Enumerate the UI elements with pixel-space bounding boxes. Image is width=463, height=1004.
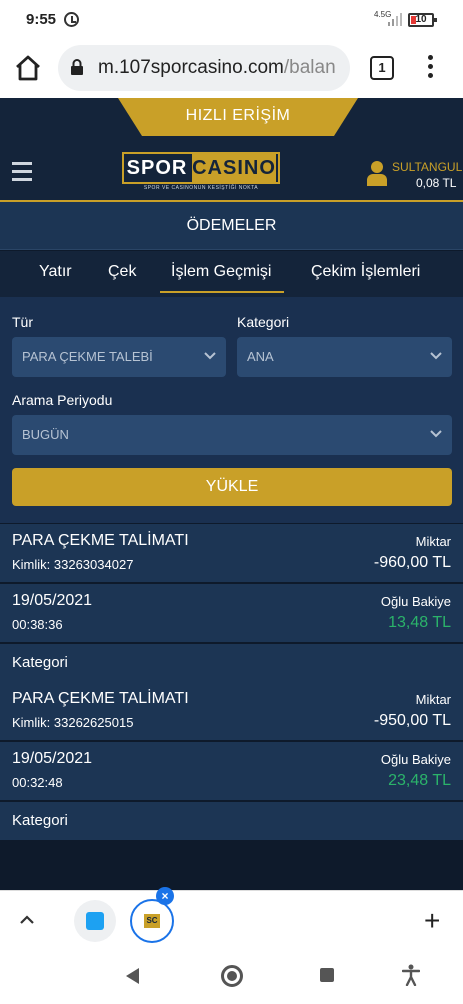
transaction-amount: -960,00 TL [373,554,451,571]
tab-withdrawal-operations[interactable]: Çekim İşlemleri [311,263,420,281]
quick-access-button[interactable]: HIZLI ERİŞİM [118,98,358,136]
logo-tagline: SPOR VE CASINONUN KESİŞTİĞİ NOKTA [143,185,259,191]
status-bar: 9:55 4.5G 10 [0,0,463,40]
tab-withdraw[interactable]: Çek [108,263,136,281]
chevron-down-icon [204,352,216,360]
page-title: ÖDEMELER [0,202,463,250]
amount-label: Miktar [415,692,451,707]
transaction-title: PARA ÇEKME TALİMATI [12,532,189,549]
active-tab-indicator [160,291,284,293]
category-text: Kategori [12,812,68,829]
type-select[interactable]: PARA ÇEKME TALEBİ [12,337,226,377]
chevron-up-icon[interactable] [20,915,34,925]
user-icon[interactable] [366,160,388,186]
logo-spor: SPOR [126,157,188,179]
type-select-value: PARA ÇEKME TALEBİ [22,349,153,364]
period-label: Arama Periyodu [12,392,113,408]
filter-panel: Tür PARA ÇEKME TALEBİ Kategori ANA Arama… [0,297,463,523]
category-select-value: ANA [247,349,274,364]
back-icon[interactable] [126,968,139,984]
status-time: 9:55 [26,11,57,28]
transaction-date: 19/05/2021 [12,592,93,609]
signal-icon [388,13,402,26]
menu-icon[interactable] [12,162,32,182]
url-path: /balan [283,57,336,78]
period-select-value: BUGÜN [22,427,69,442]
load-button[interactable]: YÜKLE [12,468,452,506]
chevron-down-icon [430,352,442,360]
payment-tabs: Yatır Çek İşlem Geçmişi Çekim İşlemleri [0,251,463,297]
tab-deposit[interactable]: Yatır [39,263,72,281]
amount-label: Miktar [415,534,451,549]
browser-bottom-bar: SC × + [0,887,463,952]
battery-icon: 10 [408,13,437,27]
sporcasino-tab[interactable]: SC [130,899,174,943]
period-select[interactable]: BUGÜN [12,415,452,455]
balance-label: Oğlu Bakiye [380,594,451,609]
category-text: Kategori [12,654,68,671]
transaction-category-row[interactable]: Kategori [0,644,463,682]
lock-icon[interactable] [70,59,84,75]
home-button-icon[interactable] [221,965,243,987]
transaction-title: PARA ÇEKME TALİMATI [12,690,189,707]
transaction-id: Kimlik: 33262625015 [12,715,134,730]
type-label: Tür [12,314,33,330]
transaction-header-row: PARA ÇEKME TALİMATI Kimlik: 33263034027 … [0,524,463,582]
twitter-icon [86,912,104,930]
more-menu-icon[interactable] [422,55,438,81]
url-host: m.107sporcasino.com [98,57,284,78]
category-label: Kategori [237,314,290,330]
transaction-time: 00:38:36 [12,617,63,632]
tab-transaction-history[interactable]: İşlem Geçmişi [171,263,271,281]
transaction-amount: -950,00 TL [373,712,451,729]
system-nav-bar [0,952,463,1004]
browser-toolbar: m.107sporcasino.com/balan 1 [0,40,463,98]
chevron-down-icon [430,430,442,438]
balance-label: Oğlu Bakiye [380,752,451,767]
alarm-icon [64,12,79,27]
user-balance: 0,08 TL [416,176,457,190]
site-header: HIZLI ERİŞİM SPOR CASINO SPOR VE CASINON… [0,98,463,202]
url-text[interactable]: m.107sporcasino.com/balan [98,57,342,79]
new-tab-icon[interactable]: + [424,907,440,935]
transaction-date: 19/05/2021 [12,750,93,767]
transaction-date-row: 19/05/2021 00:38:36 Oğlu Bakiye 13,48 TL [0,584,463,642]
logo-casino: CASINO [192,154,276,182]
username[interactable]: SULTANGUL [392,160,462,174]
transaction-date-row: 19/05/2021 00:32:48 Oğlu Bakiye 23,48 TL [0,742,463,800]
twitter-tab[interactable] [74,900,116,942]
transaction-balance: 13,48 TL [388,614,451,631]
transaction-header-row: PARA ÇEKME TALİMATI Kimlik: 33262625015 … [0,682,463,740]
address-bar[interactable]: m.107sporcasino.com/balan [58,45,350,91]
accessibility-icon[interactable] [402,964,420,986]
home-icon[interactable] [14,55,42,81]
site-logo[interactable]: SPOR CASINO SPOR VE CASINONUN KESİŞTİĞİ … [122,152,280,194]
sporcasino-favicon: SC [144,914,160,928]
transaction-id: Kimlik: 33263034027 [12,557,134,572]
recents-icon[interactable] [320,968,334,982]
close-tab-icon[interactable]: × [156,887,174,905]
tab-switcher-button[interactable]: 1 [370,56,394,80]
transaction-category-row[interactable]: Kategori [0,802,463,840]
transaction-time: 00:32:48 [12,775,63,790]
category-select[interactable]: ANA [237,337,452,377]
transaction-balance: 23,48 TL [388,772,451,789]
